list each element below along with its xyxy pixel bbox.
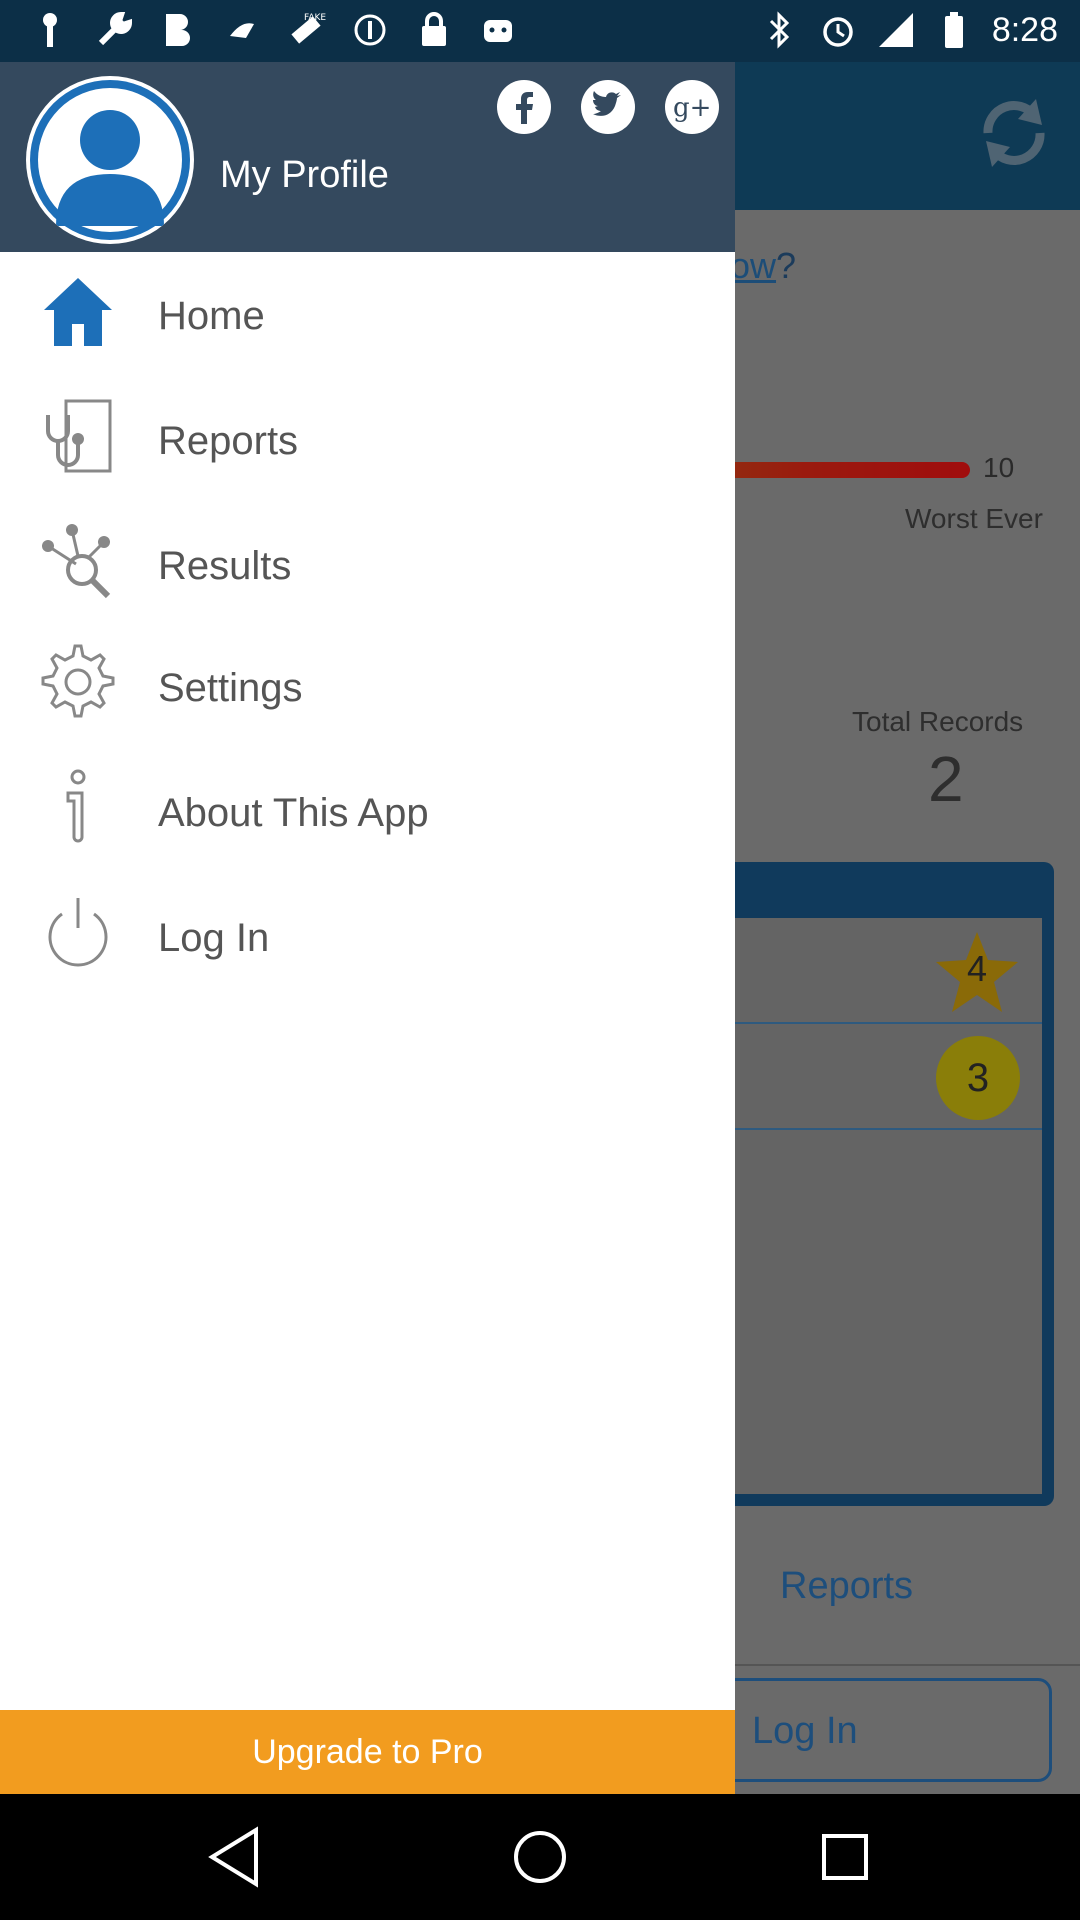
- menu-item-label: Log In: [158, 916, 270, 960]
- navigation-drawer: My Profile g+ Home Reports Results Setti…: [0, 62, 735, 1794]
- lock-icon: [414, 10, 454, 50]
- key-icon: [30, 10, 70, 50]
- google-plus-icon[interactable]: g+: [665, 80, 719, 134]
- bluetooth-icon: [760, 10, 800, 50]
- fake-gps-icon: FAKE: [286, 10, 326, 50]
- upgrade-label: Upgrade to Pro: [252, 1732, 483, 1771]
- total-records-value: 2: [928, 743, 964, 815]
- signal-icon: [876, 10, 916, 50]
- star-value: 4: [966, 948, 988, 989]
- menu-item-settings[interactable]: Settings: [0, 624, 735, 734]
- power-icon: [38, 892, 118, 972]
- stethoscope-icon: [38, 397, 118, 477]
- menu-item-label: Home: [158, 294, 265, 338]
- login-button[interactable]: [690, 1678, 1052, 1782]
- question-text: ow?: [730, 245, 797, 286]
- scale-worst-label: Worst Ever: [905, 503, 1043, 534]
- menu-item-label: Results: [158, 544, 292, 588]
- home-nav-icon[interactable]: [505, 1822, 575, 1892]
- circle-value-badge: 3: [936, 1036, 1020, 1120]
- refresh-icon[interactable]: [976, 95, 1052, 171]
- menu-item-results[interactable]: Results: [0, 502, 735, 612]
- total-records-label: Total Records: [852, 706, 1024, 737]
- wrench-icon: [94, 10, 134, 50]
- status-bar: FAKE 8:28: [0, 0, 1080, 62]
- android-icon: [478, 10, 518, 50]
- bold-b-icon: [158, 10, 198, 50]
- alert-circle-icon: [350, 10, 390, 50]
- swoosh-icon: [222, 10, 262, 50]
- menu-item-reports[interactable]: Reports: [0, 377, 735, 487]
- battery-icon: [934, 10, 974, 50]
- scale-max-label: 10: [983, 452, 1015, 483]
- svg-text:FAKE: FAKE: [304, 13, 326, 23]
- login-button-label: Log In: [752, 1710, 858, 1752]
- menu-item-login[interactable]: Log In: [0, 874, 735, 984]
- menu-item-label: About This App: [158, 791, 429, 835]
- home-icon: [38, 270, 118, 350]
- twitter-icon[interactable]: [581, 80, 635, 134]
- avatar[interactable]: [26, 76, 194, 244]
- upgrade-to-pro-button[interactable]: Upgrade to Pro: [0, 1710, 735, 1794]
- menu-item-label: Settings: [158, 666, 303, 710]
- info-icon: [38, 767, 118, 847]
- menu-item-label: Reports: [158, 419, 299, 463]
- tab-reports[interactable]: Reports: [780, 1565, 913, 1608]
- recents-icon[interactable]: [810, 1822, 880, 1892]
- alarm-icon: [818, 10, 858, 50]
- menu-item-home[interactable]: Home: [0, 252, 735, 362]
- back-icon[interactable]: [200, 1822, 270, 1892]
- svg-text:g+: g+: [673, 93, 711, 123]
- system-nav-bar: [0, 1794, 1080, 1920]
- gear-icon: [38, 642, 118, 722]
- menu-item-about[interactable]: About This App: [0, 749, 735, 859]
- results-search-icon: [38, 522, 118, 602]
- drawer-header: My Profile g+: [0, 62, 735, 252]
- facebook-icon[interactable]: [497, 80, 551, 134]
- clock-time: 8:28: [991, 10, 1058, 49]
- profile-name[interactable]: My Profile: [220, 154, 389, 197]
